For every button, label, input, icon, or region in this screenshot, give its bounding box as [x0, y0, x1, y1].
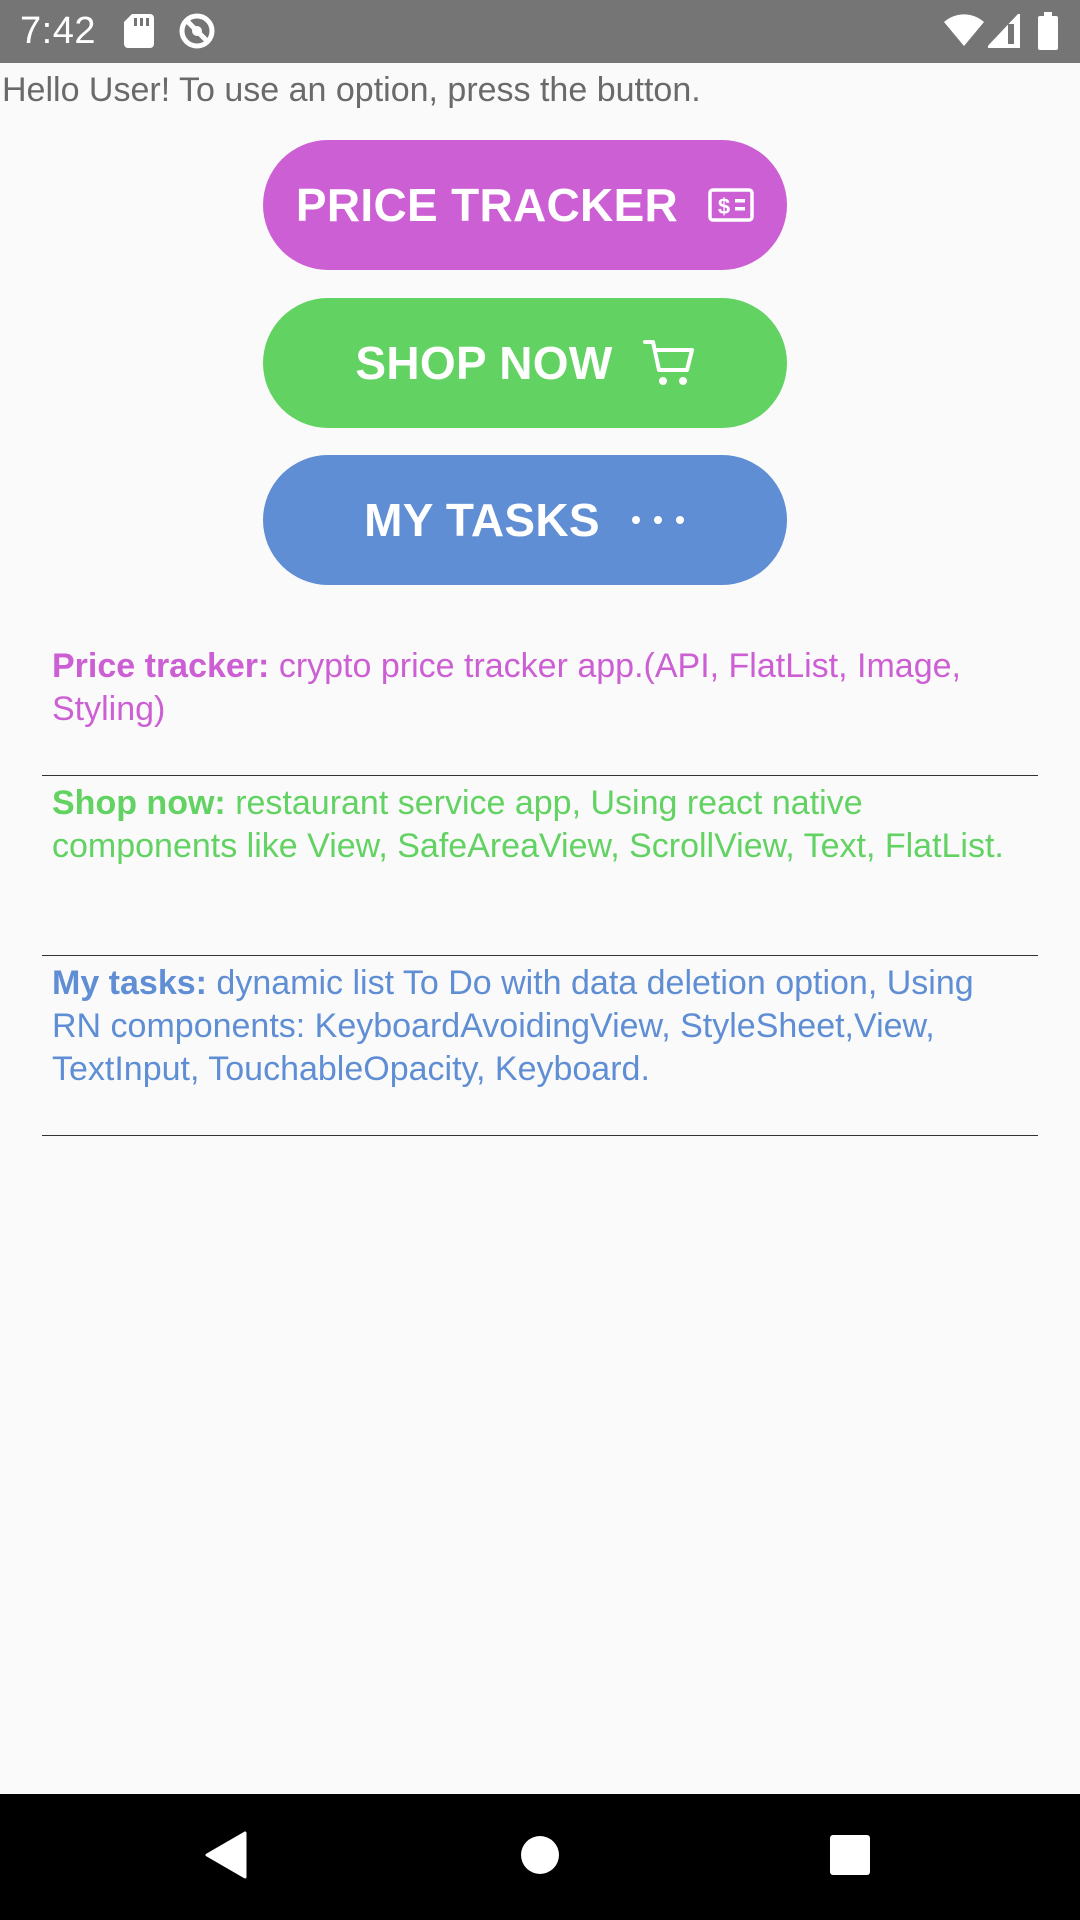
navigation-bar — [0, 1794, 1080, 1920]
recents-button[interactable] — [815, 1822, 885, 1892]
sync-icon — [178, 12, 216, 50]
battery-icon — [1038, 12, 1058, 50]
my-tasks-button[interactable]: MY TASKS — [263, 455, 787, 585]
more-dots-icon — [630, 514, 686, 526]
sd-card-icon — [124, 14, 154, 52]
description-title: My tasks: — [52, 964, 207, 1002]
shop-now-button[interactable]: SHOP NOW — [263, 298, 787, 428]
greeting-text: Hello User! To use an option, press the … — [2, 71, 701, 109]
price-tag-icon: $ — [708, 188, 754, 222]
price-tracker-button-label: PRICE TRACKER — [295, 179, 679, 231]
divider — [42, 1135, 1038, 1136]
shop-now-description: Shop now: restaurant service app, Using … — [52, 782, 1032, 868]
price-tracker-description: Price tracker: crypto price tracker app.… — [52, 645, 1032, 731]
wifi-icon — [944, 14, 984, 52]
price-tracker-button[interactable]: PRICE TRACKER $ — [263, 140, 787, 270]
divider — [42, 955, 1038, 956]
recents-icon — [830, 1834, 870, 1880]
back-button[interactable] — [190, 1822, 260, 1892]
divider — [42, 775, 1038, 776]
cart-icon — [642, 338, 695, 388]
status-time: 7:42 — [20, 10, 96, 52]
status-bar: 7:42 — [0, 0, 1080, 63]
my-tasks-button-label: MY TASKS — [364, 494, 600, 546]
description-title: Price tracker: — [52, 647, 270, 685]
home-icon — [520, 1835, 560, 1880]
back-icon — [203, 1831, 247, 1884]
my-tasks-description: My tasks: dynamic list To Do with data d… — [52, 962, 1032, 1091]
svg-text:$: $ — [718, 194, 730, 219]
shop-now-button-label: SHOP NOW — [355, 337, 613, 389]
description-title: Shop now: — [52, 784, 226, 822]
signal-icon — [984, 10, 1022, 52]
home-button[interactable] — [505, 1822, 575, 1892]
